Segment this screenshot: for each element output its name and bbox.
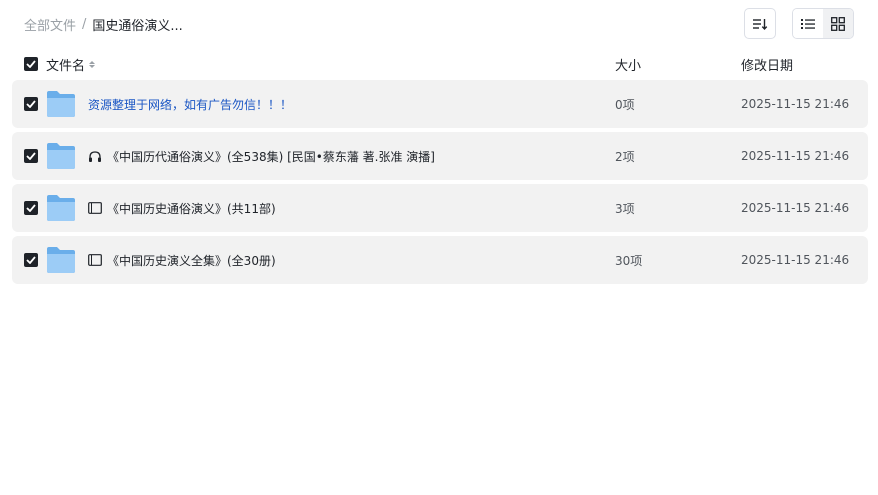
file-name-label: 《中国历代通俗演义》(全538集) [民国•蔡东藩 著.张准 演播] <box>107 149 435 164</box>
breadcrumb-root-link[interactable]: 全部文件 <box>24 15 76 34</box>
file-size: 30项 <box>615 253 643 268</box>
check-icon <box>26 152 36 160</box>
headphones-icon <box>88 150 102 163</box>
column-header-name[interactable]: 文件名 <box>46 55 96 74</box>
file-date: 2025-11-15 21:46 <box>741 253 850 267</box>
grid-view-button[interactable] <box>823 9 853 38</box>
folder-icon <box>47 91 75 117</box>
check-icon <box>26 100 36 108</box>
check-icon <box>26 256 36 264</box>
file-size: 2项 <box>615 149 635 164</box>
sort-caret-icon <box>89 60 96 68</box>
file-size: 0项 <box>615 97 635 112</box>
file-name-link[interactable]: 资源整理于网络，如有广告勿信！！！ <box>88 96 292 113</box>
file-name-link[interactable]: 《中国历史通俗演义》(共11部) <box>88 200 276 217</box>
breadcrumb-separator: / <box>82 16 87 32</box>
sort-icon <box>753 18 768 30</box>
sort-button[interactable] <box>744 8 776 39</box>
file-date: 2025-11-15 21:46 <box>741 149 850 163</box>
list-view-icon <box>801 18 815 29</box>
book-icon <box>88 254 102 266</box>
row-checkbox[interactable] <box>24 97 38 111</box>
check-icon <box>26 60 36 68</box>
file-date: 2025-11-15 21:46 <box>741 201 850 215</box>
column-header-size[interactable]: 大小 <box>615 55 641 74</box>
file-name-link[interactable]: 《中国历史演义全集》(全30册) <box>88 252 276 269</box>
row-checkbox[interactable] <box>24 201 38 215</box>
row-checkbox[interactable] <box>24 253 38 267</box>
breadcrumb: 全部文件 / 国史通俗演义... <box>24 15 183 34</box>
file-row[interactable]: 《中国历代通俗演义》(全538集) [民国•蔡东藩 著.张准 演播] 2项 20… <box>12 132 868 180</box>
view-switch <box>792 8 854 39</box>
file-name-label: 《中国历史通俗演义》(共11部) <box>107 201 276 216</box>
list-view-button[interactable] <box>793 9 823 38</box>
column-header-date[interactable]: 修改日期 <box>741 55 793 74</box>
row-checkbox[interactable] <box>24 149 38 163</box>
select-all-checkbox[interactable] <box>24 57 38 71</box>
column-header-name-label: 文件名 <box>46 58 86 74</box>
file-row[interactable]: 《中国历史通俗演义》(共11部) 3项 2025-11-15 21:46 <box>12 184 868 232</box>
file-row[interactable]: 资源整理于网络，如有广告勿信！！！ 0项 2025-11-15 21:46 <box>12 80 868 128</box>
folder-icon <box>47 247 75 273</box>
file-date: 2025-11-15 21:46 <box>741 97 850 111</box>
breadcrumb-current: 国史通俗演义... <box>92 18 183 34</box>
file-name-label: 《中国历史演义全集》(全30册) <box>107 253 276 268</box>
file-name-link[interactable]: 《中国历代通俗演义》(全538集) [民国•蔡东藩 著.张准 演播] <box>88 148 435 165</box>
file-list-header: 文件名 大小 修改日期 <box>12 52 868 76</box>
folder-icon <box>47 143 75 169</box>
check-icon <box>26 204 36 212</box>
book-icon <box>88 202 102 214</box>
grid-view-icon <box>831 16 845 31</box>
file-size: 3项 <box>615 201 635 216</box>
folder-icon <box>47 195 75 221</box>
file-row[interactable]: 《中国历史演义全集》(全30册) 30项 2025-11-15 21:46 <box>12 236 868 284</box>
